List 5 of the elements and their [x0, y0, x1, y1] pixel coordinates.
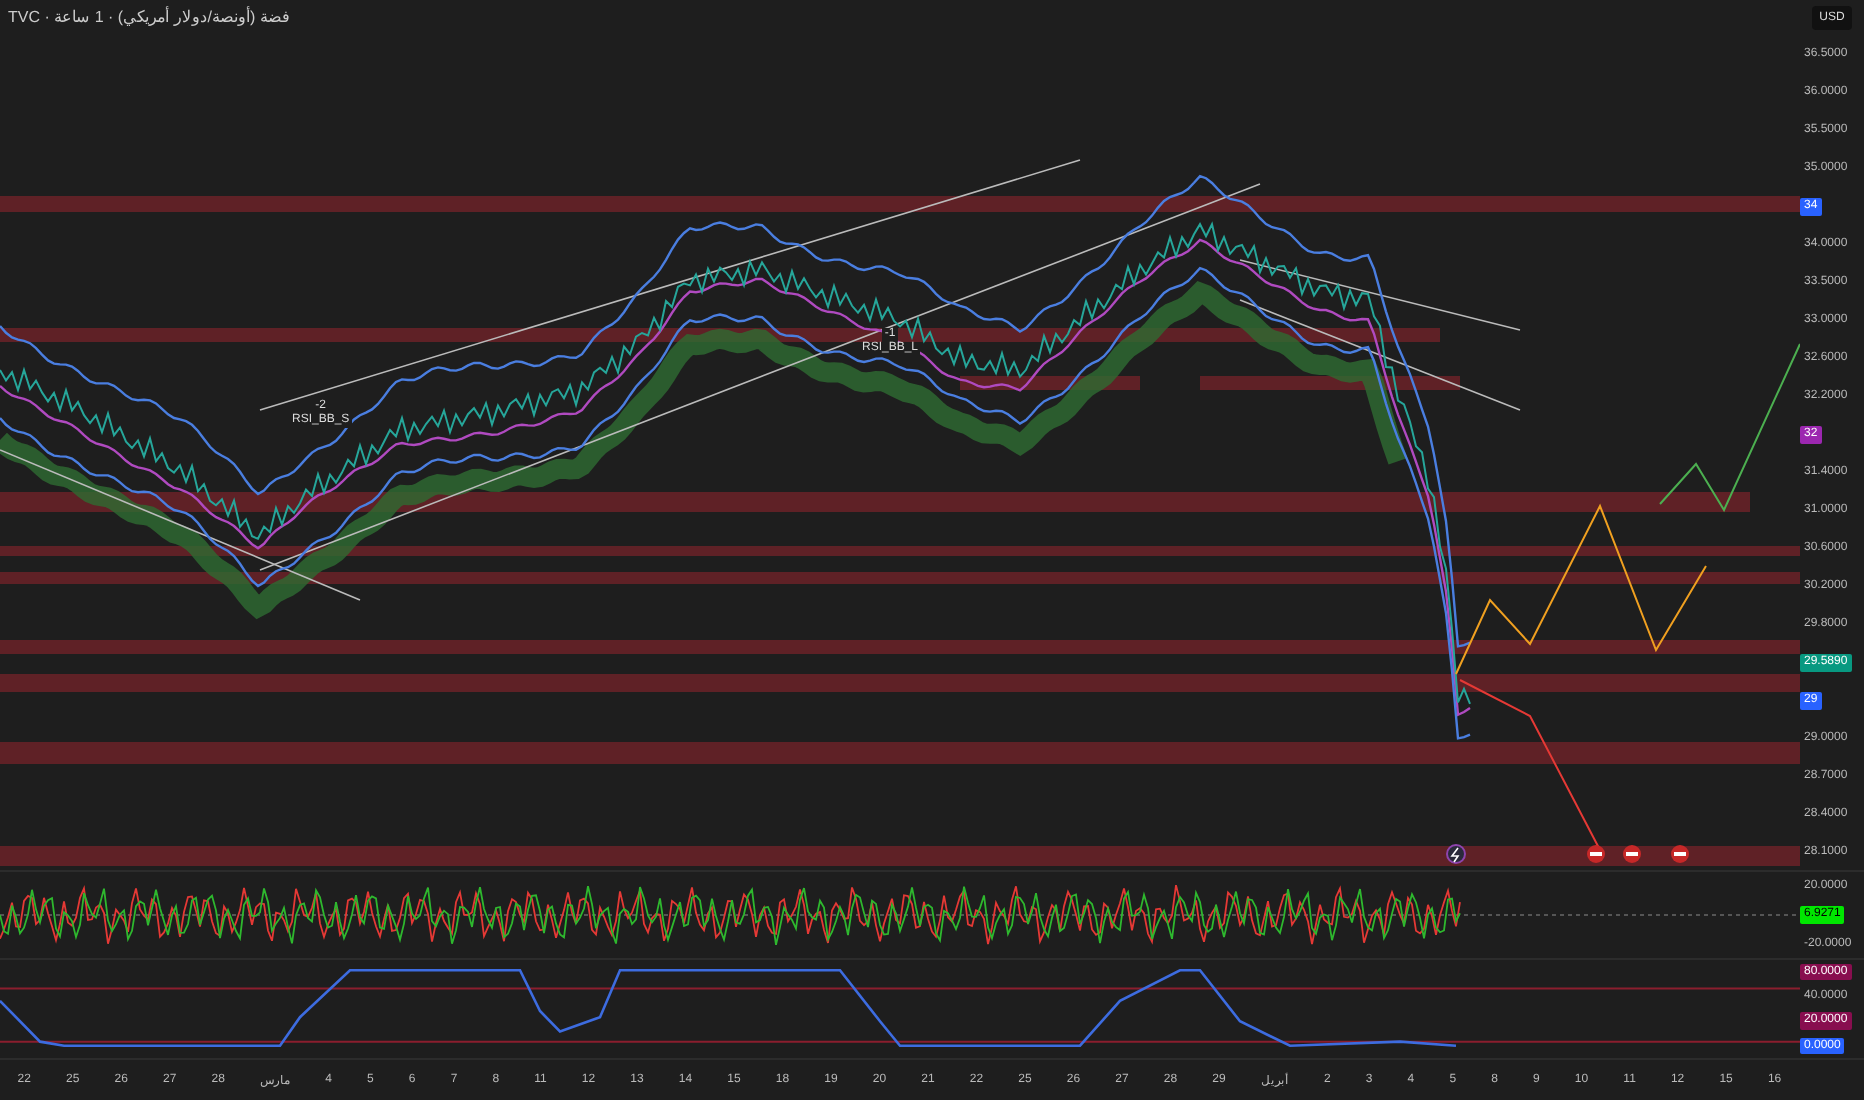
- flag-icon[interactable]: [1587, 845, 1605, 863]
- symbol-title: TVC · فضة (أونصة/دولار أمريكي) · 1 ساعة: [8, 8, 290, 26]
- lightning-icon[interactable]: [1446, 844, 1466, 864]
- flag-icon[interactable]: [1623, 845, 1641, 863]
- flag-icon[interactable]: [1671, 845, 1689, 863]
